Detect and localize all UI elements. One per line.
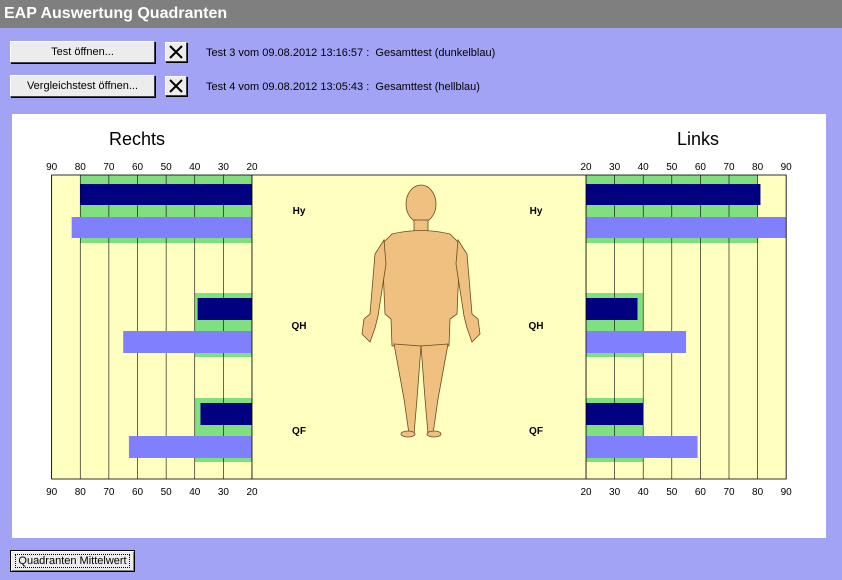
tick-label-bottom-links: 90 bbox=[781, 487, 793, 498]
bar-links-qh-series-2 bbox=[586, 331, 687, 353]
tick-label-bottom-rechts: 20 bbox=[246, 487, 258, 498]
tick-label-bottom-links: 60 bbox=[695, 487, 707, 498]
bar-links-qf-series-1 bbox=[586, 403, 644, 425]
compare-test-info: Test 4 vom 09.08.2012 13:05:43 : Gesamtt… bbox=[206, 81, 480, 93]
tick-label-top-links: 20 bbox=[580, 162, 592, 173]
tick-label-bottom-links: 80 bbox=[752, 487, 764, 498]
bar-rechts-qh-series-1 bbox=[197, 298, 252, 320]
tick-label-top-links: 80 bbox=[752, 162, 764, 173]
tick-label-top-rechts: 60 bbox=[132, 162, 144, 173]
tick-label-top-links: 40 bbox=[638, 162, 650, 173]
tick-label-top-links: 30 bbox=[609, 162, 621, 173]
tick-label-top-rechts: 30 bbox=[218, 162, 230, 173]
muscle-label-links-hy: Hy bbox=[530, 206, 543, 217]
tick-label-bottom-links: 30 bbox=[609, 487, 621, 498]
tick-label-bottom-rechts: 40 bbox=[189, 487, 201, 498]
chart-panel: Hy Hy QH QH QF QF 90 90 80 80 70 70 60 60 50 50 40 40 30 30… bbox=[12, 114, 826, 538]
tick-label-bottom-rechts: 60 bbox=[132, 487, 144, 498]
close-icon bbox=[169, 79, 183, 93]
bar-rechts-qf-series-2 bbox=[128, 436, 252, 458]
muscle-label-rechts-hy: Hy bbox=[293, 206, 306, 217]
tick-label-bottom-links: 20 bbox=[580, 487, 592, 498]
bar-links-hy-series-2 bbox=[586, 217, 787, 238]
muscle-label-rechts-qh: QH bbox=[292, 321, 307, 332]
tick-label-bottom-links: 50 bbox=[666, 487, 678, 498]
tick-label-top-links: 60 bbox=[695, 162, 707, 173]
tick-label-bottom-rechts: 30 bbox=[218, 487, 230, 498]
tick-label-top-rechts: 50 bbox=[161, 162, 173, 173]
bar-rechts-qf-series-1 bbox=[200, 403, 252, 425]
tick-label-bottom-rechts: 70 bbox=[103, 487, 115, 498]
tick-label-top-rechts: 80 bbox=[75, 162, 87, 173]
open-compare-test-button[interactable]: Vergleichstest öffnen... bbox=[10, 75, 155, 97]
tick-label-top-rechts: 40 bbox=[189, 162, 201, 173]
tick-label-top-links: 70 bbox=[723, 162, 735, 173]
test-info: Test 3 vom 09.08.2012 13:16:57 : Gesamtt… bbox=[206, 47, 496, 59]
quadrant-mean-button[interactable]: Quadranten Mittelwert bbox=[10, 550, 135, 572]
bar-links-qh-series-1 bbox=[586, 298, 638, 320]
bar-rechts-hy-series-2 bbox=[71, 217, 252, 238]
tick-label-bottom-rechts: 50 bbox=[161, 487, 173, 498]
bar-rechts-hy-series-1 bbox=[80, 184, 252, 205]
tick-label-bottom-rechts: 80 bbox=[75, 487, 87, 498]
clear-test-button[interactable] bbox=[165, 42, 187, 62]
quadrant-mean-label: Quadranten Mittelwert bbox=[15, 554, 130, 568]
tick-label-bottom-links: 40 bbox=[638, 487, 650, 498]
tick-label-top-rechts: 70 bbox=[103, 162, 115, 173]
tick-label-top-links: 50 bbox=[666, 162, 678, 173]
close-icon bbox=[169, 45, 183, 59]
quadrant-chart: Hy Hy QH QH QF QF 90 90 80 80 70 70 60 60 50 50 40 40 30 30… bbox=[46, 129, 793, 498]
window-title: EAP Auswertung Quadranten bbox=[0, 0, 842, 28]
tick-label-top-links: 90 bbox=[781, 162, 793, 173]
chart-title-rechts: Rechts bbox=[109, 129, 165, 149]
muscle-label-links-qh: QH bbox=[529, 321, 544, 332]
tick-label-bottom-links: 70 bbox=[723, 487, 735, 498]
tick-label-top-rechts: 90 bbox=[46, 162, 58, 173]
clear-compare-test-button[interactable] bbox=[165, 76, 187, 96]
bar-links-qf-series-2 bbox=[586, 436, 698, 458]
tick-label-bottom-rechts: 90 bbox=[46, 487, 58, 498]
muscle-label-rechts-qf: QF bbox=[292, 426, 306, 437]
open-test-button[interactable]: Test öffnen... bbox=[10, 41, 155, 63]
muscle-label-links-qf: QF bbox=[529, 426, 543, 437]
bar-rechts-qh-series-2 bbox=[123, 331, 252, 353]
chart-title-links: Links bbox=[677, 129, 719, 149]
tick-label-top-rechts: 20 bbox=[246, 162, 258, 173]
bar-links-hy-series-1 bbox=[586, 184, 761, 205]
